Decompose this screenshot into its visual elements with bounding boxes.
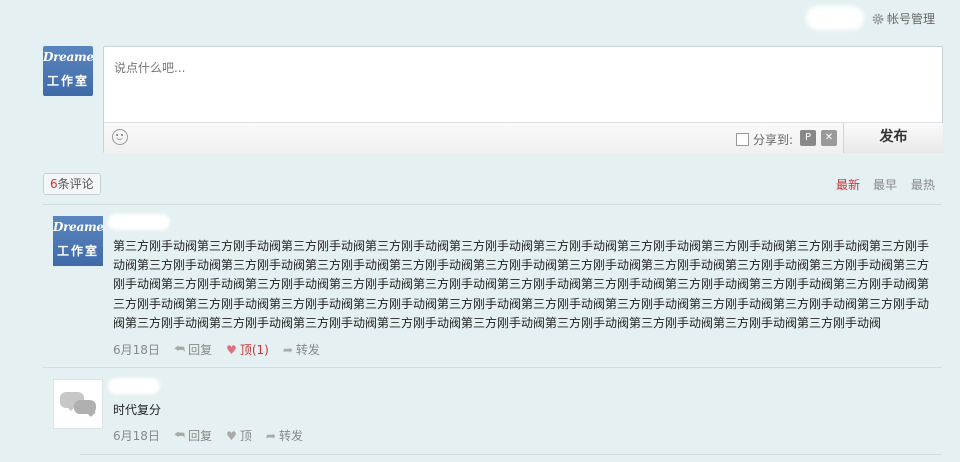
sort-oldest[interactable]: 最早 (873, 176, 897, 193)
comment-date: 6月18日 (113, 343, 160, 357)
account-management-link[interactable]: 帐号管理 (872, 10, 935, 27)
share-platform-icon[interactable]: P (800, 130, 816, 146)
comment-composer: 分享到: P ✕ 发布 (103, 46, 943, 153)
emoji-icon[interactable] (112, 129, 128, 145)
reply-button[interactable]: ⮪ 回复 (174, 427, 212, 444)
comment-actions: 6月18日 ⮪ 回复 ♥ 顶(1) ➦ 转发 (113, 341, 320, 358)
like-label: 顶(1) (239, 343, 269, 357)
comment-date: 6月18日 (113, 429, 160, 443)
commenter-name-redacted (108, 378, 160, 394)
publish-button[interactable]: 发布 (843, 123, 943, 153)
like-button[interactable]: ♥ 顶 (226, 427, 252, 444)
forward-button[interactable]: ➦ 转发 (266, 427, 303, 444)
comment-text: 第三方刚手动阀第三方刚手动阀第三方刚手动阀第三方刚手动阀第三方刚手动阀第三方刚手… (113, 239, 930, 330)
like-label: 顶 (239, 429, 252, 443)
divider (43, 204, 942, 205)
reply-label: 回复 (188, 343, 213, 357)
forward-button[interactable]: ➦ 转发 (283, 341, 320, 358)
comment-actions: 6月18日 ⮪ 回复 ♥ 顶 ➦ 转发 (113, 427, 303, 444)
sort-newest[interactable]: 最新 (836, 176, 860, 193)
heart-icon: ♥ (226, 342, 237, 357)
reply-icon: ⮪ (173, 342, 186, 356)
comment-count-badge: 6条评论 (43, 173, 101, 195)
like-button[interactable]: ♥ 顶(1) (226, 341, 269, 358)
forward-icon: ➦ (282, 342, 293, 357)
forward-label: 转发 (278, 429, 303, 443)
top-bar: 帐号管理 (0, 0, 960, 36)
comment-count-suffix: 条评论 (57, 177, 94, 191)
reply-label: 回复 (188, 429, 213, 443)
forward-label: 转发 (295, 343, 320, 357)
forward-icon: ➦ (265, 428, 276, 443)
composer-toolbar: 分享到: P ✕ 发布 (104, 122, 943, 153)
share-checkbox[interactable] (736, 133, 749, 146)
avatar-logo-subtext: 工作室 (46, 74, 89, 88)
commenter-avatar[interactable] (53, 379, 103, 429)
commenter-avatar[interactable]: Dreame 工作室 (53, 216, 103, 266)
gear-icon (872, 13, 884, 24)
divider (43, 367, 942, 368)
avatar-logo-subtext: 工作室 (56, 244, 99, 258)
comment-text: 时代复分 (113, 403, 162, 417)
divider (80, 454, 942, 455)
commenter-name-redacted (108, 214, 170, 230)
current-user-avatar[interactable]: Dreame 工作室 (43, 46, 93, 96)
reply-button[interactable]: ⮪ 回复 (174, 341, 212, 358)
share-label: 分享到: (753, 133, 794, 147)
share-platform-icon[interactable]: ✕ (821, 130, 837, 146)
reply-icon: ⮪ (173, 428, 186, 442)
comment-count-number: 6 (50, 177, 58, 191)
heart-icon: ♥ (226, 428, 237, 443)
avatar-logo-text: Dreame (43, 50, 93, 64)
username-redacted (806, 6, 864, 30)
comment-input[interactable] (104, 47, 942, 122)
sort-hottest[interactable]: 最热 (911, 176, 935, 193)
chat-bubble-icon (74, 400, 96, 417)
account-management-label: 帐号管理 (887, 12, 936, 26)
avatar-logo-text: Dreame (53, 220, 103, 234)
